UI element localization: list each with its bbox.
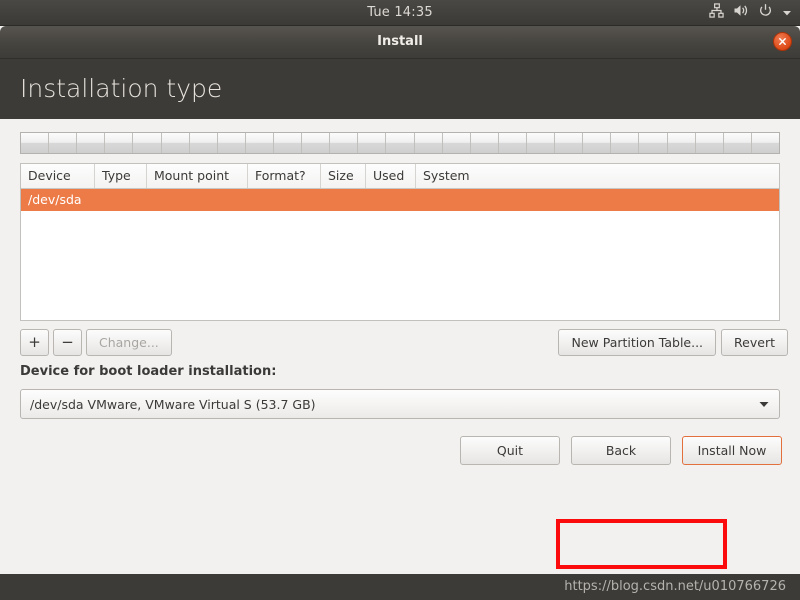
- partition-bar-segment: [752, 133, 779, 153]
- footer-bar: https://blog.csdn.net/u010766726: [0, 574, 800, 600]
- partition-bar-segment: [724, 133, 752, 153]
- partition-bar-segment: [246, 133, 274, 153]
- quit-button[interactable]: Quit: [460, 436, 560, 465]
- table-body: /dev/sda: [21, 189, 779, 211]
- partition-bar-segment: [696, 133, 724, 153]
- partition-bar-segment: [105, 133, 134, 153]
- bootloader-device-dropdown[interactable]: /dev/sda VMware, VMware Virtual S (53.7 …: [20, 389, 780, 419]
- volume-icon[interactable]: [733, 3, 749, 22]
- panel-clock[interactable]: Tue 14:35: [0, 0, 800, 25]
- partition-bar-segment: [21, 133, 50, 153]
- partition-bar-segment: [527, 133, 556, 153]
- partition-bar-segment: [443, 133, 471, 153]
- back-button[interactable]: Back: [571, 436, 671, 465]
- power-icon[interactable]: [758, 3, 773, 22]
- partition-bar-segment: [190, 133, 218, 153]
- watermark-text: https://blog.csdn.net/u010766726: [564, 579, 786, 594]
- installation-type-content: Device Type Mount point Format? Size Use…: [0, 119, 800, 569]
- add-partition-button[interactable]: +: [20, 329, 49, 356]
- partition-bar-segment: [218, 133, 246, 153]
- column-header-size[interactable]: Size: [321, 164, 366, 188]
- column-header-system[interactable]: System: [416, 164, 779, 188]
- column-header-device[interactable]: Device: [21, 164, 95, 188]
- partition-usage-bar: [20, 132, 780, 154]
- partition-table[interactable]: Device Type Mount point Format? Size Use…: [20, 163, 780, 321]
- remove-partition-button[interactable]: −: [53, 329, 82, 356]
- partition-bar-segment: [330, 133, 359, 153]
- partition-bar-segment: [274, 133, 303, 153]
- partition-bar-segment: [583, 133, 612, 153]
- partition-bar-segment: [302, 133, 331, 153]
- install-now-button[interactable]: Install Now: [682, 436, 782, 465]
- partition-bar-segment: [668, 133, 696, 153]
- column-header-mount-point[interactable]: Mount point: [147, 164, 248, 188]
- wizard-action-buttons: Quit Back Install Now: [460, 436, 782, 465]
- revert-button[interactable]: Revert: [721, 329, 788, 356]
- bootloader-device-value: /dev/sda VMware, VMware Virtual S (53.7 …: [30, 396, 316, 412]
- partition-table-actions: New Partition Table... Revert: [558, 329, 788, 356]
- column-header-format[interactable]: Format?: [248, 164, 321, 188]
- partition-bar-segment: [358, 133, 387, 153]
- page-header: Installation type: [0, 59, 800, 119]
- chevron-down-icon[interactable]: [782, 3, 792, 22]
- new-partition-table-button[interactable]: New Partition Table...: [558, 329, 717, 356]
- partition-bar-segment: [639, 133, 668, 153]
- partition-bar-segment: [77, 133, 106, 153]
- partition-bar-segment: [133, 133, 162, 153]
- partition-bar-segment: [415, 133, 443, 153]
- installer-window: Install Installation type Device Type Mo…: [0, 26, 800, 600]
- partition-bar-segment: [162, 133, 190, 153]
- table-header-row: Device Type Mount point Format? Size Use…: [21, 164, 779, 189]
- panel-indicators: [709, 0, 792, 25]
- chevron-down-icon: [753, 401, 779, 408]
- system-top-panel: Tue 14:35: [0, 0, 800, 26]
- window-titlebar[interactable]: Install: [0, 26, 800, 59]
- table-row[interactable]: /dev/sda: [21, 189, 779, 211]
- bootloader-label: Device for boot loader installation:: [20, 364, 277, 379]
- partition-bar-segment: [499, 133, 527, 153]
- network-icon[interactable]: [709, 3, 724, 22]
- partition-bar-segment: [611, 133, 640, 153]
- column-header-used[interactable]: Used: [366, 164, 416, 188]
- annotation-highlight-box: [556, 519, 727, 569]
- partition-bar-segment: [386, 133, 415, 153]
- partition-toolbar: + − Change...: [20, 329, 172, 356]
- page-title: Installation type: [20, 74, 223, 103]
- change-partition-button[interactable]: Change...: [86, 329, 172, 356]
- partition-bar-segment: [555, 133, 584, 153]
- window-title: Install: [377, 34, 423, 49]
- partition-bar-segment: [49, 133, 78, 153]
- close-icon[interactable]: [773, 32, 792, 51]
- column-header-type[interactable]: Type: [95, 164, 147, 188]
- partition-bar-segment: [471, 133, 499, 153]
